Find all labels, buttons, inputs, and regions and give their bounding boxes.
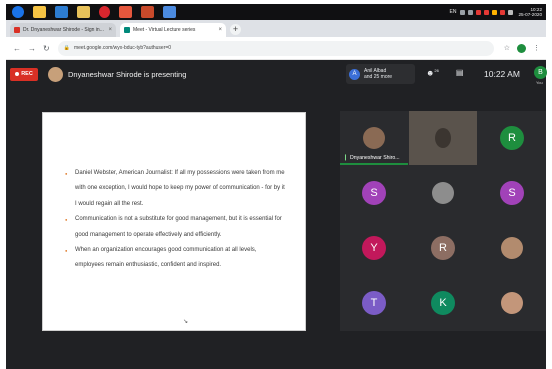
participant-tile[interactable]: S xyxy=(340,166,408,220)
participants-summary: Anil Albad and 25 more xyxy=(364,68,392,80)
participant-video-feed xyxy=(435,128,451,148)
participant-initial-avatar: Y xyxy=(362,236,386,260)
opera-icon[interactable] xyxy=(99,6,110,18)
browser-actions: ☆ ⋮ xyxy=(504,43,540,53)
participant-name: Dnyaneshwar Shiro... xyxy=(350,154,400,161)
speaking-indicator xyxy=(340,163,408,165)
chrome-window-icon[interactable] xyxy=(119,6,132,18)
rec-label: REC xyxy=(21,71,33,77)
tray-app-icon[interactable] xyxy=(475,9,481,15)
taskbar-date: 25-07-2020 xyxy=(518,12,543,17)
star-icon[interactable]: ☆ xyxy=(504,44,510,52)
profile-avatar-icon[interactable] xyxy=(517,43,526,53)
powerpoint-icon[interactable] xyxy=(141,6,154,18)
tray-app-icon[interactable] xyxy=(499,9,505,15)
participant-tile[interactable]: T xyxy=(340,276,408,330)
participant-name-tag: ❙ Dnyaneshwar Shiro... xyxy=(343,154,400,162)
slide-bullet: Communication is not a substitute for go… xyxy=(65,212,287,243)
presenter-avatar xyxy=(48,66,63,82)
tray-app-icon[interactable] xyxy=(491,9,497,15)
slide-bullets: Daniel Webster, American Journalist: If … xyxy=(65,166,287,274)
participant-tile[interactable]: K xyxy=(409,276,477,330)
meet-favicon-icon xyxy=(124,27,130,33)
participant-tile[interactable] xyxy=(478,276,546,330)
taskbar-clock[interactable]: 10:22 25-07-2020 xyxy=(519,7,543,17)
participant-photo-avatar xyxy=(501,237,523,259)
participants-chip[interactable]: A Anil Albad and 25 more xyxy=(346,64,415,84)
tab-signin[interactable]: Dr. Dnyaneshwar Shirode - Sign in... × xyxy=(10,23,116,37)
gmail-favicon-icon xyxy=(14,27,20,33)
wifi-icon[interactable] xyxy=(459,9,465,15)
mic-active-icon: ❙ xyxy=(343,155,349,161)
url-field[interactable]: 🔒 meet.google.com/wyx-bduc-tyb?authuser=… xyxy=(57,40,494,56)
lock-icon: 🔒 xyxy=(63,45,70,51)
recording-badge: REC xyxy=(10,67,38,81)
volume-icon[interactable] xyxy=(467,9,473,15)
participant-photo-avatar xyxy=(432,182,454,204)
forward-arrow-icon[interactable]: → xyxy=(28,44,36,53)
address-bar-row: ← → ↻ 🔒 meet.google.com/wyx-bduc-tyb?aut… xyxy=(6,37,546,60)
meet-window: REC Dnyaneshwar Shirode is presenting A … xyxy=(6,60,547,369)
participant-tile[interactable]: R xyxy=(409,221,477,275)
reload-icon[interactable]: ↻ xyxy=(43,44,50,53)
participant-initial-avatar: R xyxy=(431,236,455,260)
snipping-tool-icon[interactable] xyxy=(163,6,176,18)
mouse-cursor-icon: ↘ xyxy=(183,319,189,325)
participant-tile[interactable]: R xyxy=(478,111,546,165)
participant-more: and 25 more xyxy=(364,74,393,80)
self-avatar[interactable]: B xyxy=(534,66,547,79)
people-icon[interactable]: ☻26 xyxy=(426,68,439,78)
participant-initial-avatar: T xyxy=(362,291,386,315)
participant-tile[interactable]: S xyxy=(478,166,546,220)
participant-tile[interactable] xyxy=(409,166,477,220)
folder-icon[interactable] xyxy=(77,6,90,18)
participant-photo-avatar xyxy=(501,292,523,314)
record-dot-icon xyxy=(15,72,20,76)
meet-clock: 10:22 AM xyxy=(484,69,520,79)
close-tab-icon[interactable]: × xyxy=(218,27,222,33)
participant-count: 26 xyxy=(434,68,439,73)
participant-initial-avatar: R xyxy=(500,126,524,150)
chrome-app-icon[interactable] xyxy=(12,6,24,18)
tray-app-icon[interactable] xyxy=(483,9,489,15)
presentation-slide: Daniel Webster, American Journalist: If … xyxy=(42,112,306,331)
browser-tab-strip: Dr. Dnyaneshwar Shirode - Sign in... × M… xyxy=(6,20,546,37)
windows-taskbar: EN 10:22 25-07-2020 xyxy=(6,4,546,20)
participant-initial-avatar: S xyxy=(362,181,386,205)
new-tab-button[interactable]: + xyxy=(230,24,241,35)
participant-tile[interactable] xyxy=(409,111,477,165)
participant-tile[interactable]: ❙ Dnyaneshwar Shiro... xyxy=(340,111,408,165)
presenting-text: Dnyaneshwar Shirode is presenting xyxy=(68,69,187,79)
participant-initial-avatar: S xyxy=(500,181,524,205)
participant-tile[interactable] xyxy=(478,221,546,275)
meet-top-icons: ☻26 ▤ xyxy=(426,68,463,78)
chat-icon[interactable]: ▤ xyxy=(456,68,464,78)
participant-tile[interactable]: Y xyxy=(340,221,408,275)
tray-app-icon[interactable] xyxy=(507,9,513,15)
participant-initial-avatar: K xyxy=(431,291,455,315)
tab-title: Meet - Virtual Lecture series xyxy=(133,27,196,33)
url-text: meet.google.com/wyx-bduc-tyb?authuser=0 xyxy=(73,45,172,51)
tab-meet[interactable]: Meet - Virtual Lecture series × xyxy=(120,23,226,37)
participant-photo-avatar xyxy=(363,127,385,149)
tab-title: Dr. Dnyaneshwar Shirode - Sign in... xyxy=(23,27,104,33)
system-tray: EN 10:22 25-07-2020 xyxy=(450,7,546,17)
meet-top-bar: REC Dnyaneshwar Shirode is presenting A … xyxy=(6,60,547,88)
edge-icon[interactable] xyxy=(55,6,68,18)
back-arrow-icon[interactable]: ← xyxy=(13,44,21,53)
slide-bullet: Daniel Webster, American Journalist: If … xyxy=(65,166,287,212)
language-indicator[interactable]: EN xyxy=(450,9,457,15)
menu-icon[interactable]: ⋮ xyxy=(533,44,540,52)
slide-bullet: When an organization encourages good com… xyxy=(65,243,287,274)
participant-grid: ❙ Dnyaneshwar Shiro... R S S Y R T K xyxy=(340,111,546,331)
file-explorer-icon[interactable] xyxy=(33,6,46,18)
participant-avatar: A xyxy=(349,68,360,80)
self-label: You xyxy=(536,80,543,85)
close-tab-icon[interactable]: × xyxy=(108,27,112,33)
